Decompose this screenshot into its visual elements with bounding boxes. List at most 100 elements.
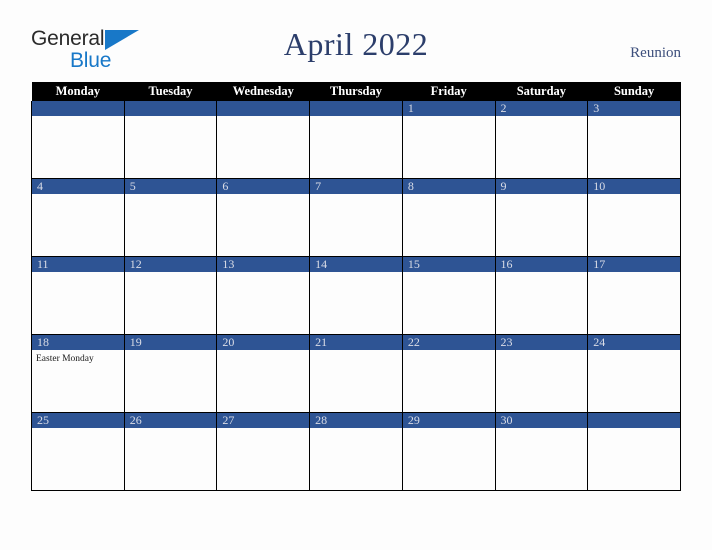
day-number: 22 xyxy=(402,335,495,350)
day-content xyxy=(217,350,309,412)
day-number: 19 xyxy=(124,335,217,350)
day-content xyxy=(310,272,402,334)
weekday-header-sunday: Sunday xyxy=(587,82,681,101)
day-number: 10 xyxy=(588,179,680,194)
day-cell[interactable] xyxy=(123,101,218,179)
day-content xyxy=(403,350,495,412)
day-cell[interactable]: 29 xyxy=(401,412,496,491)
day-number: 4 xyxy=(32,179,124,194)
day-cell[interactable]: 16 xyxy=(494,256,589,335)
day-cell[interactable]: 23 xyxy=(494,334,589,413)
calendar-page: General Blue April 2022 Reunion Monday T… xyxy=(0,0,712,550)
calendar-table: Monday Tuesday Wednesday Thursday Friday… xyxy=(31,82,681,491)
day-content xyxy=(217,428,309,490)
day-number: 24 xyxy=(588,335,680,350)
day-cell[interactable] xyxy=(587,412,681,491)
page-header: General Blue April 2022 Reunion xyxy=(0,0,712,82)
day-content xyxy=(496,194,588,256)
weekday-header-wednesday: Wednesday xyxy=(216,82,310,101)
weekday-header-saturday: Saturday xyxy=(495,82,588,101)
day-cell[interactable]: 3 xyxy=(587,101,681,179)
day-cell[interactable]: 6 xyxy=(216,178,311,257)
day-cell[interactable]: 12 xyxy=(123,256,218,335)
day-cell[interactable]: 18 Easter Monday xyxy=(31,334,125,413)
calendar-week-row: 25 26 27 28 29 30 xyxy=(31,412,681,491)
day-number: 5 xyxy=(124,179,217,194)
day-content xyxy=(217,272,309,334)
day-number: 25 xyxy=(32,413,124,428)
day-cell[interactable]: 15 xyxy=(401,256,496,335)
day-cell[interactable] xyxy=(31,101,125,179)
day-cell[interactable]: 19 xyxy=(123,334,218,413)
day-content xyxy=(32,428,124,490)
day-content xyxy=(310,428,402,490)
day-content xyxy=(125,272,217,334)
day-number: 20 xyxy=(217,335,310,350)
day-number: 12 xyxy=(124,257,217,272)
day-cell[interactable]: 5 xyxy=(123,178,218,257)
day-cell[interactable]: 2 xyxy=(494,101,589,179)
day-content xyxy=(588,116,680,178)
day-cell[interactable]: 17 xyxy=(587,256,681,335)
day-number: 23 xyxy=(495,335,588,350)
day-content xyxy=(588,272,680,334)
day-content xyxy=(403,194,495,256)
weekday-header-tuesday: Tuesday xyxy=(124,82,217,101)
day-number xyxy=(124,101,217,116)
day-cell[interactable] xyxy=(309,101,403,179)
calendar-header-row: Monday Tuesday Wednesday Thursday Friday… xyxy=(31,82,681,101)
day-cell[interactable]: 10 xyxy=(587,178,681,257)
day-cell[interactable]: 9 xyxy=(494,178,589,257)
day-number xyxy=(217,101,310,116)
day-event: Easter Monday xyxy=(36,354,94,364)
day-number: 14 xyxy=(310,257,402,272)
day-content xyxy=(496,272,588,334)
calendar-week-row: 11 12 13 14 15 16 17 xyxy=(31,256,681,335)
day-number: 8 xyxy=(402,179,495,194)
day-cell[interactable]: 8 xyxy=(401,178,496,257)
day-content xyxy=(403,428,495,490)
day-content xyxy=(217,194,309,256)
day-number: 15 xyxy=(402,257,495,272)
day-cell[interactable]: 22 xyxy=(401,334,496,413)
day-number: 17 xyxy=(588,257,680,272)
day-number: 28 xyxy=(310,413,402,428)
day-number: 13 xyxy=(217,257,310,272)
day-content xyxy=(403,116,495,178)
day-cell[interactable]: 14 xyxy=(309,256,403,335)
day-cell[interactable]: 25 xyxy=(31,412,125,491)
day-number: 1 xyxy=(402,101,495,116)
day-number xyxy=(310,101,402,116)
day-cell[interactable]: 13 xyxy=(216,256,311,335)
day-content xyxy=(496,116,588,178)
day-cell[interactable] xyxy=(216,101,311,179)
day-content xyxy=(496,350,588,412)
day-content xyxy=(32,272,124,334)
day-cell[interactable]: 4 xyxy=(31,178,125,257)
day-cell[interactable]: 1 xyxy=(401,101,496,179)
day-number: 2 xyxy=(495,101,588,116)
calendar-week-row: 1 2 3 xyxy=(31,101,681,179)
day-cell[interactable]: 24 xyxy=(587,334,681,413)
day-content xyxy=(310,116,402,178)
day-cell[interactable]: 21 xyxy=(309,334,403,413)
day-cell[interactable]: 30 xyxy=(494,412,589,491)
day-content xyxy=(217,116,309,178)
day-number: 30 xyxy=(495,413,588,428)
day-cell[interactable]: 20 xyxy=(216,334,311,413)
day-content xyxy=(125,194,217,256)
day-number: 18 xyxy=(32,335,124,350)
day-number xyxy=(32,101,124,116)
day-content: Easter Monday xyxy=(32,350,124,412)
calendar-body: 1 2 3 4 5 6 7 8 9 10 11 12 13 14 15 16 1… xyxy=(31,101,681,491)
weekday-header-friday: Friday xyxy=(402,82,496,101)
day-cell[interactable]: 7 xyxy=(309,178,403,257)
day-number: 26 xyxy=(124,413,217,428)
day-number: 3 xyxy=(588,101,680,116)
page-title: April 2022 xyxy=(283,26,429,62)
day-cell[interactable]: 27 xyxy=(216,412,311,491)
day-cell[interactable]: 28 xyxy=(309,412,403,491)
calendar-week-row: 4 5 6 7 8 9 10 xyxy=(31,178,681,257)
day-cell[interactable]: 26 xyxy=(123,412,218,491)
day-cell[interactable]: 11 xyxy=(31,256,125,335)
